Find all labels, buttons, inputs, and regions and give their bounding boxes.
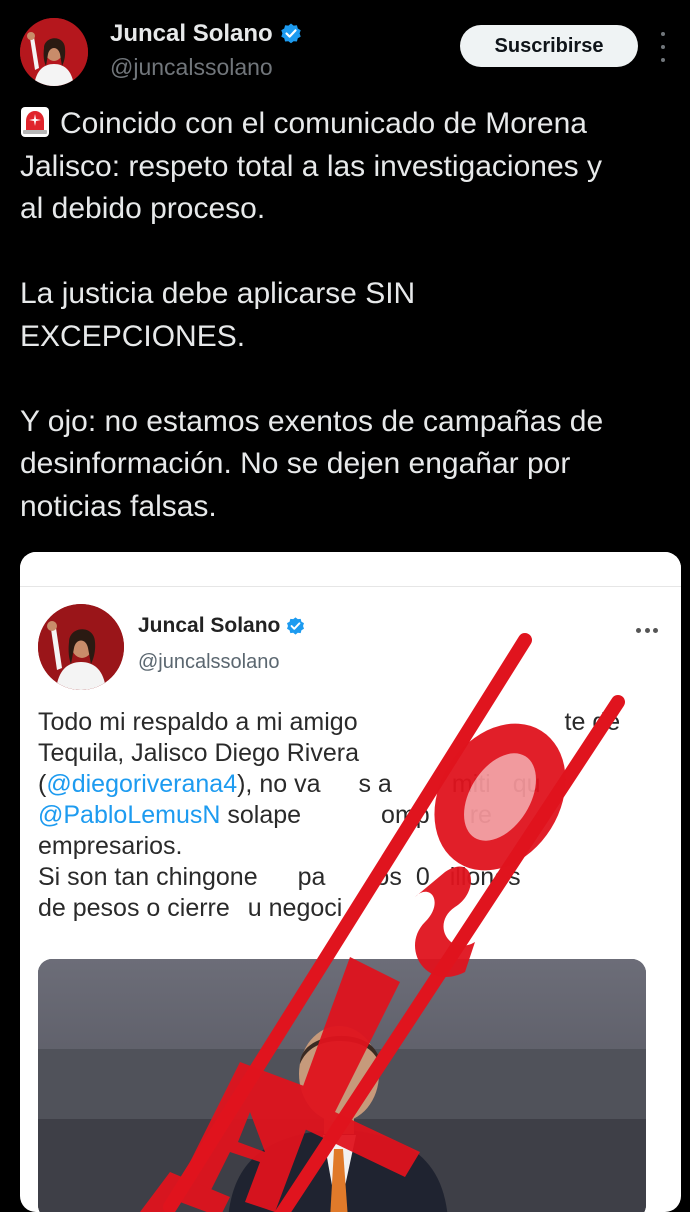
dot — [661, 58, 665, 62]
post-line: noticias falsas. — [20, 489, 217, 523]
post-line: Jalisco: respeto total a las investigaci… — [20, 149, 602, 183]
post-line: Y ojo: no estamos exentos de campañas de — [20, 404, 604, 438]
more-vertical-icon[interactable] — [656, 32, 670, 62]
quoted-line: Todo mi respaldo a mi amigo te de — [38, 707, 668, 738]
post-paragraph-2: La justicia debe aplicarse SIN EXCEPCION… — [20, 273, 675, 358]
quoted-tweet-text: Todo mi respaldo a mi amigo te de Tequil… — [38, 707, 668, 924]
dot — [661, 45, 665, 49]
mention-link: @PabloLemusN — [38, 801, 221, 829]
quoted-line: @PabloLemusN solape omp re — [38, 800, 668, 831]
post-line: La justicia debe aplicarse SIN — [20, 277, 416, 310]
quoted-author-name-text: Juncal Solano — [138, 614, 281, 637]
text-fragment: empresarios. — [38, 832, 183, 860]
quoted-line: (@diegoriverana4), no va s a miti qu — [38, 770, 541, 798]
post-line: EXCEPCIONES. — [20, 319, 246, 353]
text-fragment: solape — [220, 801, 302, 829]
verified-badge-icon — [281, 23, 301, 44]
text-fragment: u negoci — [247, 894, 343, 922]
profile-photo-icon — [38, 604, 124, 690]
quoted-author-handle: @juncalssolano — [138, 651, 280, 673]
verified-badge-icon — [287, 616, 305, 635]
author-name[interactable]: Juncal Solano — [110, 20, 303, 48]
text-fragment: miti — [451, 770, 491, 798]
text-fragment: re — [469, 801, 492, 829]
text-fragment: s a — [358, 770, 392, 798]
text-fragment: qu — [512, 770, 541, 798]
text-fragment: Tequila, Jalisco Diego Rivera — [38, 739, 359, 767]
attached-image[interactable]: Juncal Solano @juncalssolano Todo mi res… — [20, 552, 681, 1212]
quoted-line: Si son tan chingone pa os 0 illones — [38, 862, 668, 893]
quoted-line: Tequila, Jalisco Diego Rivera — [38, 738, 668, 769]
text-fragment: de pesos o cierre — [38, 894, 230, 922]
dot — [644, 627, 650, 633]
dot — [636, 627, 641, 633]
quoted-photo — [38, 959, 646, 1212]
text-fragment: pa — [297, 863, 326, 891]
text-fragment: Todo mi respaldo a mi amigo — [38, 708, 365, 736]
profile-photo-icon — [20, 18, 88, 86]
text-fragment: illones — [449, 863, 521, 891]
post-paragraph-1: Coincido con el comunicado de Morena Jal… — [20, 103, 675, 231]
text-fragment: Si son tan chingone — [38, 863, 258, 891]
subscribe-button[interactable]: Suscribirse — [460, 25, 638, 67]
post-header: Juncal Solano @juncalssolano Suscribirse — [0, 0, 690, 100]
post-line: al debido proceso. — [20, 192, 266, 225]
post-line: desinformación. No se dejen engañar por — [20, 447, 571, 480]
quoted-line: de pesos o cierre u negoci — [38, 893, 668, 924]
quoted-avatar — [38, 604, 124, 690]
man-photo-image — [38, 959, 646, 1212]
author-name-text: Juncal Solano — [110, 20, 273, 47]
text-fragment: ), no va — [237, 770, 321, 798]
text-fragment: 0 — [415, 863, 430, 891]
rotating-light-icon — [21, 107, 49, 137]
text-fragment: omp — [381, 801, 430, 829]
quoted-author-name: Juncal Solano — [138, 614, 306, 638]
divider — [20, 586, 681, 587]
post-line: Coincido con el comunicado de Morena — [60, 107, 587, 140]
post-paragraph-3: Y ojo: no estamos exentos de campañas de… — [20, 401, 675, 529]
mention-link: @diegoriverana4 — [46, 770, 238, 798]
more-horizontal-icon — [636, 627, 658, 633]
image-top-strip — [20, 552, 681, 586]
text-fragment: os — [375, 863, 402, 891]
quoted-line: empresarios. — [38, 831, 668, 862]
post-body: Coincido con el comunicado de Morena Jal… — [20, 103, 675, 528]
profile-avatar[interactable] — [20, 18, 88, 86]
dot — [661, 32, 665, 36]
author-handle[interactable]: @juncalssolano — [110, 54, 273, 81]
text-fragment: te de — [564, 708, 621, 736]
dot — [653, 627, 658, 633]
